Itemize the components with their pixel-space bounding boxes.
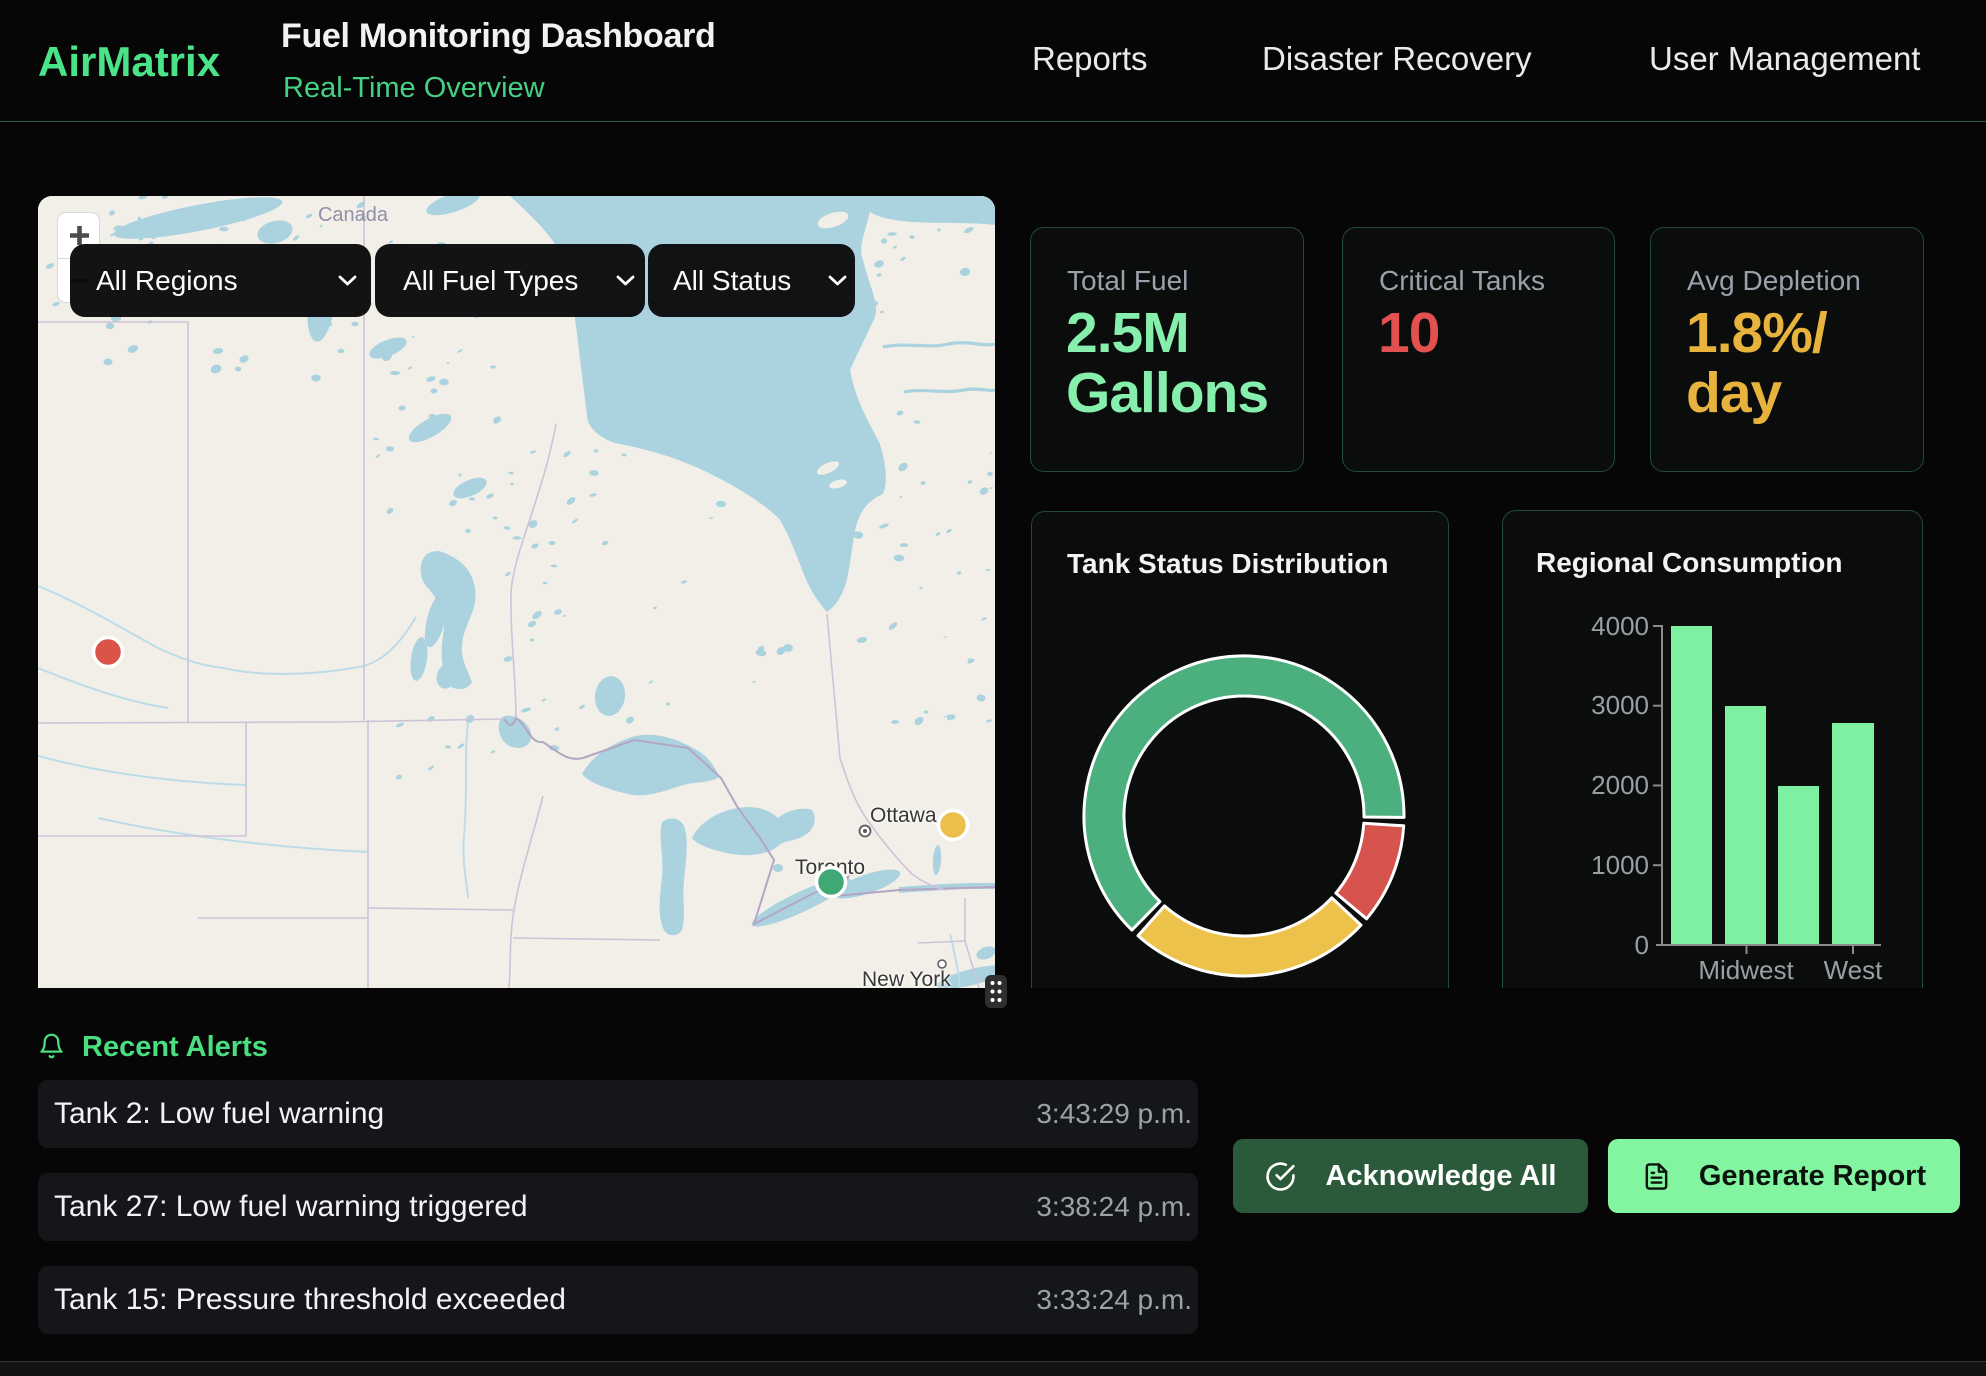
svg-text:1000: 1000 [1591,850,1649,880]
svg-text:New York: New York [862,968,951,988]
svg-text:3000: 3000 [1591,690,1649,720]
svg-text:West: West [1824,955,1884,985]
svg-text:4000: 4000 [1591,611,1649,641]
svg-text:Ottawa: Ottawa [870,804,937,827]
svg-text:2000: 2000 [1591,770,1649,800]
svg-text:0: 0 [1635,930,1649,960]
svg-text:Midwest: Midwest [1698,955,1794,985]
svg-text:Canada: Canada [318,204,389,226]
